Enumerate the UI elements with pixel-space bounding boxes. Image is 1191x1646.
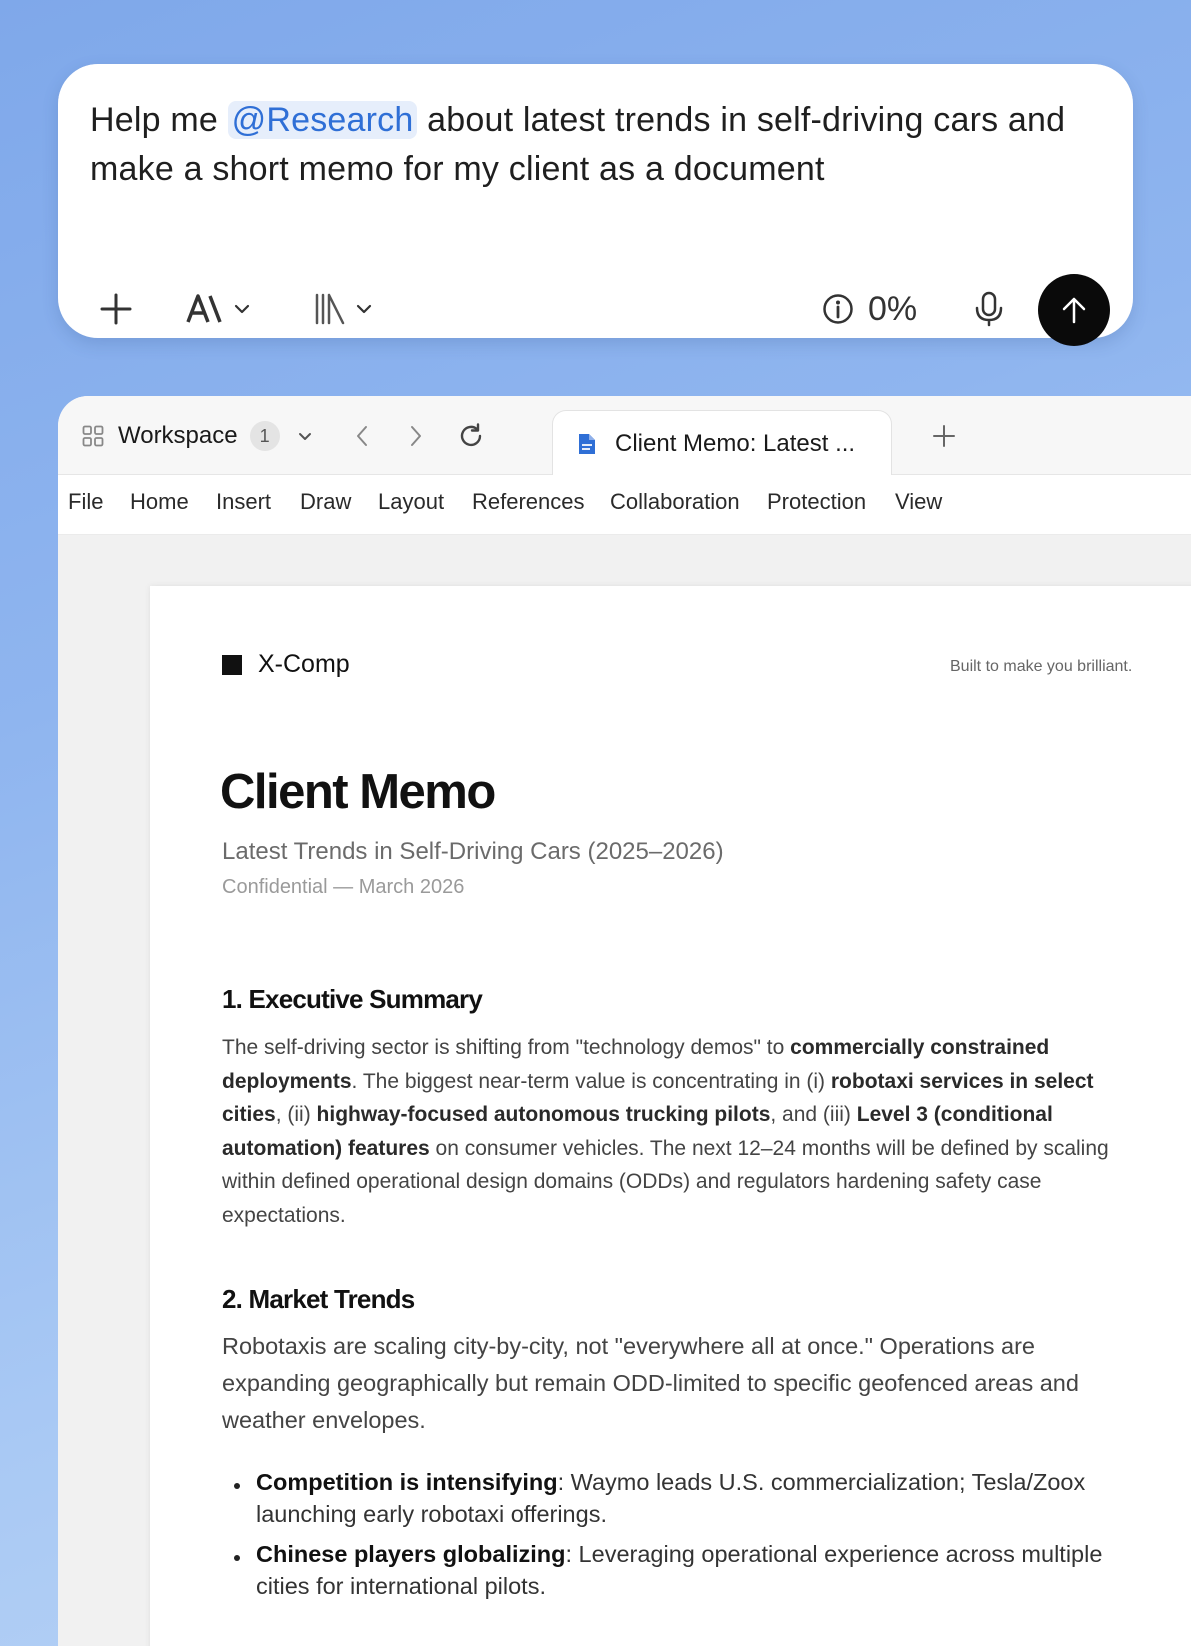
back-button[interactable] — [342, 416, 382, 456]
chevron-down-icon — [298, 432, 311, 440]
document-icon — [579, 433, 595, 454]
section-heading: 2. Market Trends — [222, 1284, 415, 1314]
usage-percent: 0% — [868, 289, 918, 328]
document-title: Client Memo — [220, 765, 496, 819]
plus-icon — [933, 425, 955, 447]
chevron-left-icon — [357, 426, 367, 446]
chevron-right-icon — [411, 426, 421, 446]
prompt-input[interactable]: Help me @Research about latest trends in… — [90, 96, 1100, 194]
plus-icon — [100, 293, 132, 325]
document-subtitle: Latest Trends in Self-Driving Cars (2025… — [222, 838, 724, 865]
reload-icon — [460, 423, 482, 447]
model-style-selector[interactable] — [186, 274, 250, 344]
reload-button[interactable] — [451, 416, 491, 456]
brand-logo: X-Comp — [222, 650, 350, 679]
document-meta: Confidential — March 2026 — [222, 876, 465, 898]
prompt-card: Help me @Research about latest trends in… — [58, 64, 1133, 346]
usage-indicator[interactable]: 0% — [822, 274, 917, 344]
market-trends-list: Competition is intensifying: Waymo leads… — [222, 1466, 1142, 1610]
voice-input-button[interactable] — [964, 274, 1014, 344]
menu-view[interactable]: View — [895, 489, 942, 515]
list-item: Chinese players globalizing: Leveraging … — [222, 1538, 1142, 1602]
prompt-toolbar: 0% — [58, 274, 1133, 350]
prompt-text-before: Help me — [90, 101, 228, 139]
chevron-down-icon — [356, 304, 372, 314]
workspace-label: Workspace — [118, 422, 238, 449]
tab-client-memo[interactable]: Client Memo: Latest ... — [552, 410, 892, 476]
menu-file[interactable]: File — [68, 489, 103, 515]
menu-draw[interactable]: Draw — [300, 489, 351, 515]
brand-square-icon — [222, 654, 242, 675]
menu-protection[interactable]: Protection — [767, 489, 866, 515]
arrow-up-icon — [1062, 297, 1086, 324]
library-icon — [315, 293, 345, 325]
research-mention-chip[interactable]: @Research — [227, 101, 418, 139]
microphone-icon — [975, 291, 1003, 327]
info-icon — [823, 294, 853, 324]
menu-bar: File Home Insert Draw Layout References … — [58, 475, 1191, 535]
add-attachment-button[interactable] — [94, 274, 138, 344]
document-page[interactable]: X-Comp Built to make you brilliant. Clie… — [150, 586, 1191, 1646]
list-item: Competition is intensifying: Waymo leads… — [222, 1466, 1142, 1530]
menu-home[interactable]: Home — [130, 489, 189, 515]
new-tab-button[interactable] — [924, 416, 964, 456]
executive-summary-paragraph: The self-driving sector is shifting from… — [222, 1036, 1109, 1227]
library-selector[interactable] — [314, 274, 372, 344]
menu-insert[interactable]: Insert — [216, 489, 271, 515]
grid-icon — [82, 425, 104, 447]
section-heading: 1. Executive Summary — [222, 984, 483, 1014]
menu-references[interactable]: References — [472, 489, 585, 515]
menu-layout[interactable]: Layout — [378, 489, 444, 515]
brand-name: X-Comp — [258, 650, 350, 678]
tab-bar: Workspace 1 Client Memo: Latest ... — [58, 396, 1191, 476]
model-style-icon — [186, 294, 222, 323]
tab-title: Client Memo: Latest ... — [615, 429, 856, 457]
workspace-count-badge: 1 — [249, 421, 280, 451]
chevron-down-icon — [234, 304, 250, 314]
tagline: Built to make you brilliant. — [950, 658, 1133, 675]
market-trends-paragraph: Robotaxis are scaling city-by-city, not … — [222, 1333, 1079, 1433]
send-button[interactable] — [1038, 274, 1110, 346]
workspace-switcher[interactable]: Workspace 1 — [82, 416, 312, 456]
document-editor-window: Workspace 1 Client Memo: Latest ... File… — [58, 396, 1191, 1646]
forward-button[interactable] — [396, 416, 436, 456]
menu-collaboration[interactable]: Collaboration — [610, 489, 740, 515]
